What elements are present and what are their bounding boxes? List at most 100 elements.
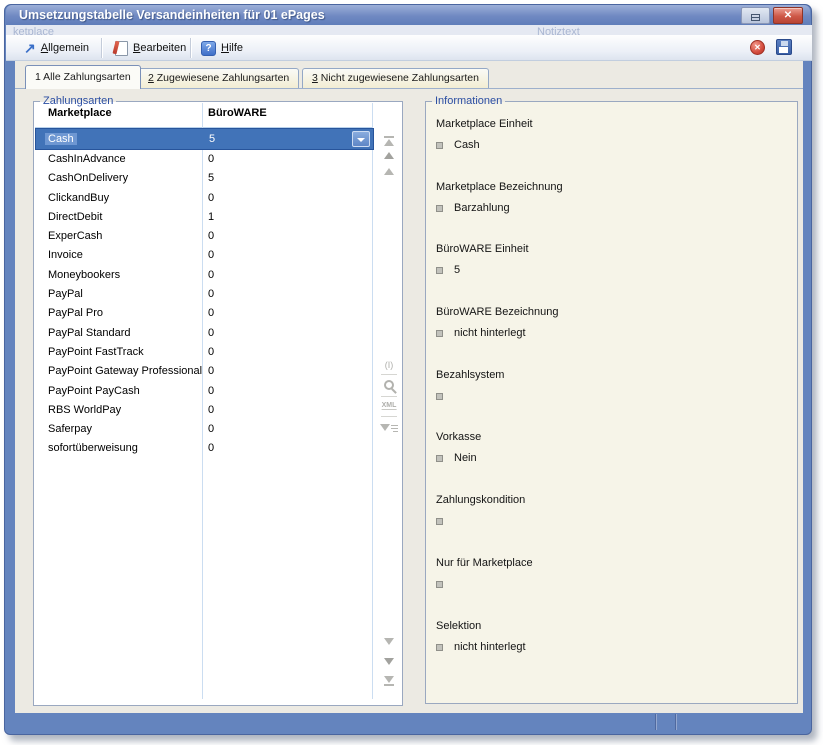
column-header-buroware[interactable]: BüroWARE <box>208 107 267 119</box>
cell-buroware: 0 <box>208 304 214 323</box>
table-row[interactable]: Moneybookers0 <box>35 266 373 285</box>
background-window-gap <box>6 25 812 35</box>
cell-marketplace: PayPal <box>48 288 83 300</box>
column-header-marketplace[interactable]: Marketplace <box>48 107 112 119</box>
scroll-to-bottom-icon[interactable] <box>384 676 394 687</box>
info-sections: Marketplace Einheit Cash Marketplace Bezei… <box>426 118 797 682</box>
table-row[interactable]: PayPoint PayCash0 <box>35 382 373 401</box>
search-icon[interactable] <box>384 380 394 390</box>
info-section: BüroWARE Bezeichnungnicht hinterlegt <box>426 306 797 369</box>
payments-table: Cash5CashInAdvance0CashOnDelivery5Clicka… <box>35 128 373 459</box>
save-icon[interactable] <box>776 39 792 55</box>
cell-buroware: 0 <box>208 285 214 304</box>
restore-window-button[interactable] <box>741 7 770 24</box>
info-value: Barzahlung <box>454 202 510 215</box>
resize-grip[interactable] <box>676 714 677 730</box>
info-value: Cash <box>454 139 480 152</box>
edit-document-icon <box>112 40 128 56</box>
close-window-button[interactable]: ✕ <box>773 7 803 24</box>
hilfe-button[interactable]: ? Hilfe <box>197 38 247 58</box>
informationen-groupbox: Informationen Marketplace EinheitCashMar… <box>425 101 798 704</box>
info-value-row <box>436 515 797 528</box>
bullet-icon <box>436 455 443 462</box>
cell-marketplace: PayPoint PayCash <box>48 385 140 397</box>
strip-separator <box>381 416 397 417</box>
page-up-icon[interactable] <box>384 168 394 175</box>
table-row[interactable]: sofortüberweisung0 <box>35 439 373 458</box>
info-value-row: Barzahlung <box>436 202 797 215</box>
table-row[interactable]: ExperCash0 <box>35 227 373 246</box>
cell-marketplace: CashInAdvance <box>48 153 126 165</box>
table-row[interactable]: Saferpay0 <box>35 420 373 439</box>
table-row[interactable]: Invoice 0 <box>35 246 373 265</box>
bullet-icon <box>436 142 443 149</box>
info-label: Marketplace Bezeichnung <box>436 181 797 193</box>
strip-separator <box>381 374 397 375</box>
arrow-up-right-icon: ↗ <box>24 40 36 56</box>
table-row[interactable]: PayPal Pro 0 <box>35 304 373 323</box>
help-icon: ? <box>201 41 216 56</box>
dialog-window: Umsetzungstabelle Versandeinheiten für 0… <box>4 4 812 735</box>
bearbeiten-button[interactable]: Bearbeiten <box>108 38 190 58</box>
cell-marketplace: DirectDebit <box>48 211 102 223</box>
info-label: Marketplace Einheit <box>436 118 797 130</box>
bullet-icon <box>436 267 443 274</box>
table-row[interactable]: DirectDebit1 <box>35 208 373 227</box>
info-value: Nein <box>454 452 477 465</box>
dropdown-button[interactable] <box>352 131 370 147</box>
info-section: Marketplace Bezeichnung Barzahlung <box>426 181 797 244</box>
filter-icon[interactable] <box>380 422 398 434</box>
table-row[interactable]: PayPal 0 <box>35 285 373 304</box>
info-label: Bezahlsystem <box>436 369 797 381</box>
table-row[interactable]: RBS WorldPay0 <box>35 401 373 420</box>
cancel-icon[interactable]: ✕ <box>750 40 765 55</box>
tab-nicht-zugewiesene-zahlungsarten[interactable]: 3 Nicht zugewiesene Zahlungsarten <box>302 68 489 88</box>
table-row[interactable]: Cash5 <box>35 128 374 150</box>
cell-marketplace: Saferpay <box>48 423 92 435</box>
tab-alle-zahlungsarten[interactable]: 1 Alle Zahlungsarten <box>25 65 141 89</box>
allgemein-label: Allgemein <box>41 42 89 54</box>
column-width-icon[interactable]: (I) <box>385 360 394 370</box>
cell-buroware: 0 <box>208 246 214 265</box>
informationen-legend: Informationen <box>432 95 505 108</box>
table-row[interactable]: PayPoint FastTrack0 <box>35 343 373 362</box>
cell-buroware: 5 <box>209 129 215 149</box>
table-row[interactable]: PayPal Standard0 <box>35 324 373 343</box>
xml-export-icon[interactable]: XML <box>382 402 397 410</box>
info-section: BüroWARE Einheit5 <box>426 243 797 306</box>
resize-grip[interactable] <box>656 714 657 730</box>
move-up-icon[interactable] <box>384 152 394 159</box>
bullet-icon <box>436 581 443 588</box>
table-row[interactable]: CashOnDelivery5 <box>35 169 373 188</box>
info-label: Zahlungskondition <box>436 494 797 506</box>
hilfe-label: Hilfe <box>221 42 243 54</box>
page-down-icon[interactable] <box>384 638 394 645</box>
cell-marketplace: RBS WorldPay <box>48 404 121 416</box>
cell-buroware: 0 <box>208 362 214 381</box>
info-value-row: nicht hinterlegt <box>436 641 797 654</box>
info-value-row <box>436 578 797 591</box>
cell-marketplace: PayPal Pro <box>48 307 103 319</box>
bullet-icon <box>436 644 443 651</box>
table-row[interactable]: CashInAdvance0 <box>35 150 373 169</box>
info-value: nicht hinterlegt <box>454 641 526 654</box>
cell-marketplace: Invoice <box>48 249 83 261</box>
info-value-row: nicht hinterlegt <box>436 327 797 340</box>
info-section: Vorkasse Nein <box>426 431 797 494</box>
tab-zugewiesene-zahlungsarten[interactable]: 2 Zugewiesene Zahlungsarten <box>138 68 299 88</box>
table-row[interactable]: PayPoint Gateway Professional 0 <box>35 362 373 381</box>
cell-buroware: 5 <box>208 169 214 188</box>
allgemein-button[interactable]: ↗ Allgemein <box>20 38 93 58</box>
close-icon: ✕ <box>784 10 792 21</box>
info-value: 5 <box>454 264 460 277</box>
cell-buroware: 0 <box>208 189 214 208</box>
move-down-icon[interactable] <box>384 658 394 665</box>
cell-marketplace: PayPoint Gateway Professional <box>48 365 202 377</box>
scroll-to-top-icon[interactable] <box>384 135 394 146</box>
restore-icon <box>751 14 760 21</box>
cell-buroware: 0 <box>208 343 214 362</box>
info-label: Vorkasse <box>436 431 797 443</box>
cell-buroware: 0 <box>208 439 214 458</box>
info-section: Nur für Marketplace <box>426 557 797 620</box>
table-row[interactable]: ClickandBuy0 <box>35 189 373 208</box>
